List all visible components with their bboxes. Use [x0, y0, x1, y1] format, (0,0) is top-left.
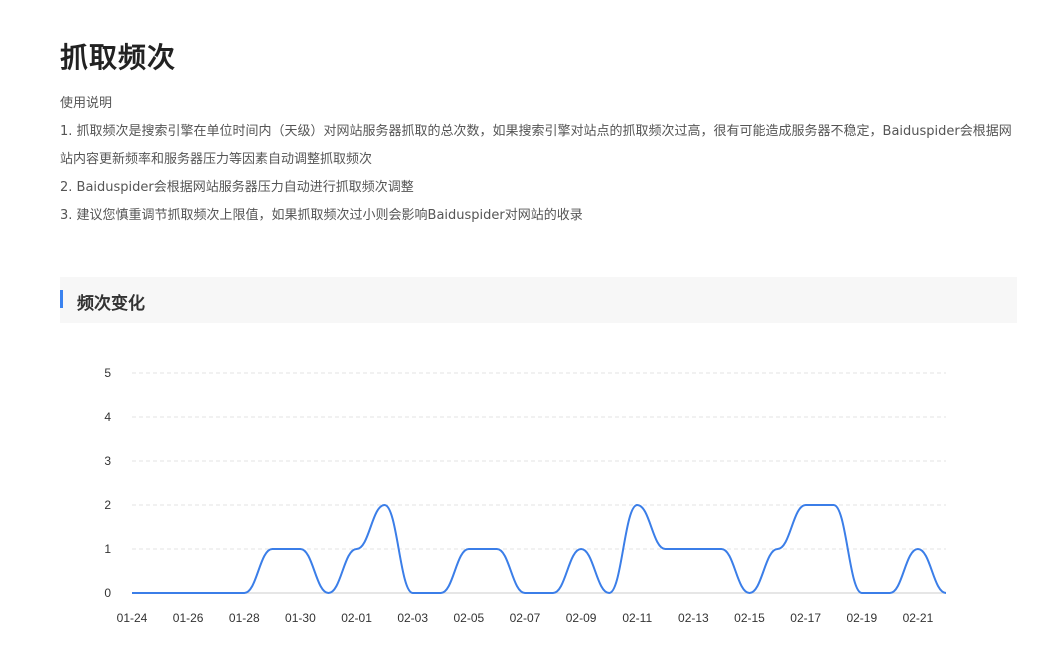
- data-point: [467, 547, 471, 551]
- y-tick-label: 3: [104, 454, 111, 468]
- usage-note-3: 3. 建议您慎重调节抓取频次上限值，如果抓取频次过小则会影响Baiduspide…: [60, 208, 583, 223]
- data-point: [916, 547, 920, 551]
- data-point: [411, 591, 415, 595]
- data-point: [327, 591, 331, 595]
- x-tick-label: 01-28: [229, 611, 260, 625]
- x-tick-label: 02-21: [903, 611, 934, 625]
- y-tick-label: 1: [104, 542, 111, 556]
- y-tick-label: 5: [104, 366, 111, 380]
- y-tick-label: 2: [104, 498, 111, 512]
- data-point: [383, 503, 387, 507]
- data-point: [944, 591, 948, 595]
- data-point: [158, 591, 162, 595]
- data-point: [748, 591, 752, 595]
- usage-note-2: 2. Baiduspider会根据网站服务器压力自动进行抓取频次调整: [60, 180, 414, 195]
- data-point: [214, 591, 218, 595]
- x-tick-label: 01-24: [117, 611, 148, 625]
- data-point: [130, 591, 134, 595]
- x-tick-label: 02-09: [566, 611, 597, 625]
- data-point: [579, 547, 583, 551]
- y-tick-label: 4: [104, 410, 111, 424]
- data-point: [298, 547, 302, 551]
- y-tick-label: 0: [104, 586, 111, 600]
- data-point: [635, 503, 639, 507]
- usage-note-1: 1. 抓取频次是搜索引擎在单位时间内（天级）对网站服务器抓取的总次数，如果搜索引…: [60, 124, 1012, 167]
- data-point: [776, 547, 780, 551]
- x-tick-label: 02-03: [397, 611, 428, 625]
- section-header: 频次变化: [60, 277, 1017, 323]
- data-point: [242, 591, 246, 595]
- section-accent-bar: [60, 290, 63, 308]
- data-point: [691, 547, 695, 551]
- data-point: [607, 591, 611, 595]
- usage-description: 使用说明 1. 抓取频次是搜索引擎在单位时间内（天级）对网站服务器抓取的总次数，…: [60, 90, 1020, 230]
- x-tick-label: 02-01: [341, 611, 372, 625]
- x-tick-label: 02-19: [846, 611, 877, 625]
- data-point: [551, 591, 555, 595]
- frequency-chart-svg: 0 1 2 3 4 5 01-24 01-26 01-28 01-30 02-01 02-03 02-0…: [104, 366, 948, 625]
- x-tick-label: 02-11: [622, 611, 652, 625]
- x-tick-label: 02-17: [790, 611, 821, 625]
- data-point: [832, 503, 836, 507]
- x-tick-label: 01-30: [285, 611, 316, 625]
- data-point: [663, 547, 667, 551]
- data-point: [523, 591, 527, 595]
- x-tick-label: 02-13: [678, 611, 709, 625]
- data-point: [186, 591, 190, 595]
- data-point: [804, 503, 808, 507]
- section-title: 频次变化: [77, 294, 145, 314]
- x-tick-label: 01-26: [173, 611, 204, 625]
- x-tick-label: 02-07: [510, 611, 541, 625]
- frequency-chart: 0 1 2 3 4 5 01-24 01-26 01-28 01-30 02-01 02-03 02-0…: [0, 340, 1059, 640]
- data-point: [270, 547, 274, 551]
- data-point: [439, 591, 443, 595]
- data-point: [888, 591, 892, 595]
- data-point: [495, 547, 499, 551]
- page-title: 抓取频次: [60, 41, 177, 74]
- usage-heading: 使用说明: [60, 96, 113, 111]
- x-tick-label: 02-15: [734, 611, 765, 625]
- data-point: [719, 547, 723, 551]
- x-tick-label: 02-05: [453, 611, 484, 625]
- data-point: [860, 591, 864, 595]
- data-point: [355, 547, 359, 551]
